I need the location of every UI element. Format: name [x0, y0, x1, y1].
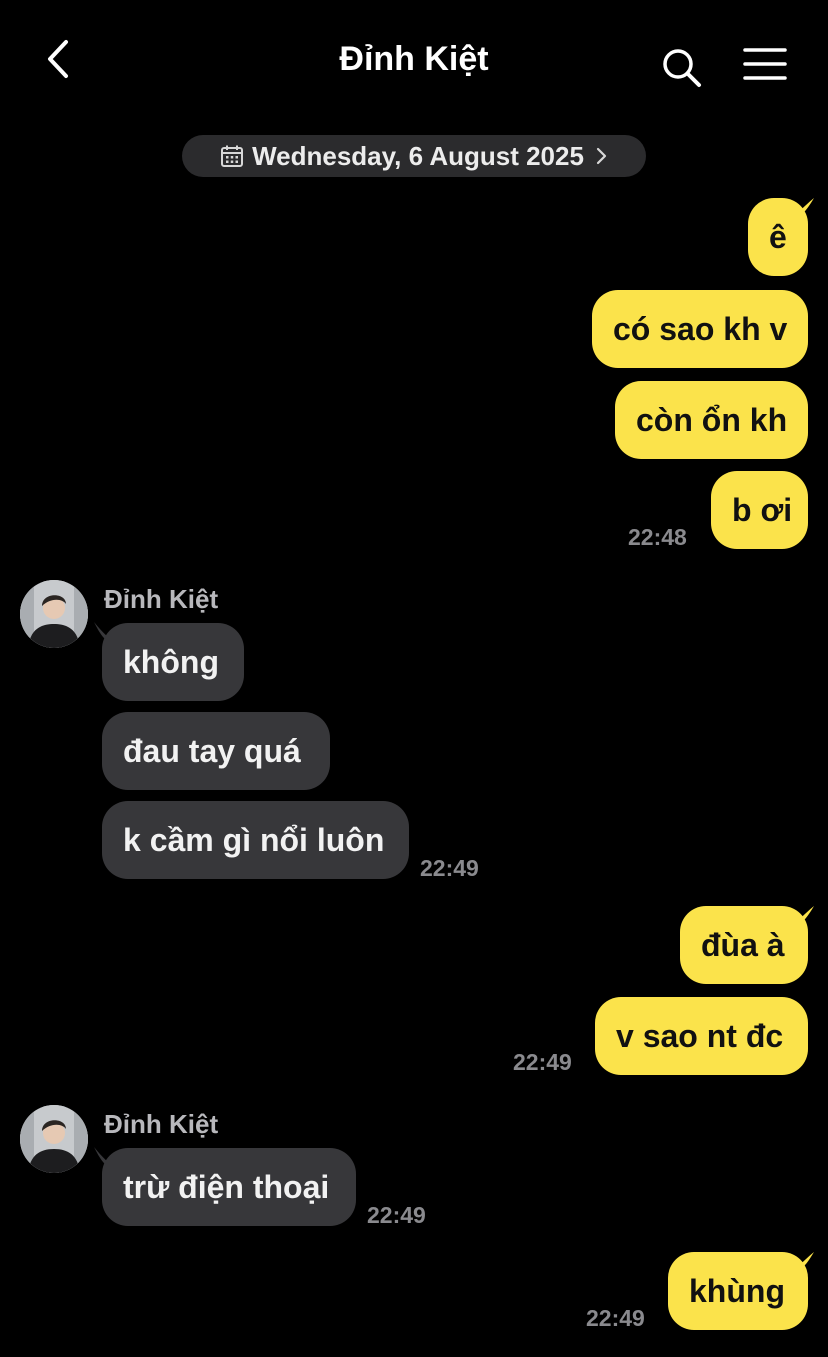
message-timestamp: 22:48	[628, 524, 687, 550]
hamburger-menu-icon	[743, 48, 787, 80]
incoming-message[interactable]: đau tay quá	[102, 712, 330, 790]
outgoing-message[interactable]: b ơi	[711, 471, 808, 549]
chevron-right-icon	[596, 147, 607, 165]
search-button[interactable]	[660, 46, 704, 90]
chat-title: Đỉnh Kiệt	[339, 40, 489, 78]
message-timestamp: 22:49	[420, 855, 479, 881]
contact-avatar[interactable]	[20, 1105, 88, 1173]
menu-button[interactable]	[742, 46, 788, 82]
sender-name: Đỉnh Kiệt	[104, 584, 219, 614]
outgoing-message[interactable]: ê	[748, 198, 808, 276]
incoming-message[interactable]: k cầm gì nổi luôn	[102, 801, 409, 879]
chevron-left-icon	[48, 40, 68, 78]
sender-name: Đỉnh Kiệt	[104, 1109, 219, 1139]
outgoing-message[interactable]: v sao nt đc	[595, 997, 808, 1075]
avatar-image	[20, 580, 88, 648]
message-timestamp: 22:49	[367, 1202, 426, 1228]
date-label: Wednesday, 6 August 2025	[252, 140, 584, 171]
date-divider[interactable]: Wednesday, 6 August 2025	[182, 135, 646, 177]
contact-avatar[interactable]	[20, 580, 88, 648]
outgoing-message[interactable]: còn ổn kh	[615, 381, 808, 459]
outgoing-message[interactable]: đùa à	[680, 906, 808, 984]
calendar-icon	[221, 145, 244, 167]
chat-header: Đỉnh Kiệt	[0, 0, 828, 120]
search-icon	[663, 49, 701, 87]
back-button[interactable]	[40, 38, 80, 82]
incoming-message[interactable]: không	[102, 623, 244, 701]
outgoing-message[interactable]: khùng	[668, 1252, 808, 1330]
avatar-image	[20, 1105, 88, 1173]
outgoing-message[interactable]: có sao kh v	[592, 290, 808, 368]
incoming-message[interactable]: trừ điện thoại	[102, 1148, 356, 1226]
message-timestamp: 22:49	[513, 1049, 572, 1075]
message-timestamp: 22:49	[586, 1305, 645, 1331]
